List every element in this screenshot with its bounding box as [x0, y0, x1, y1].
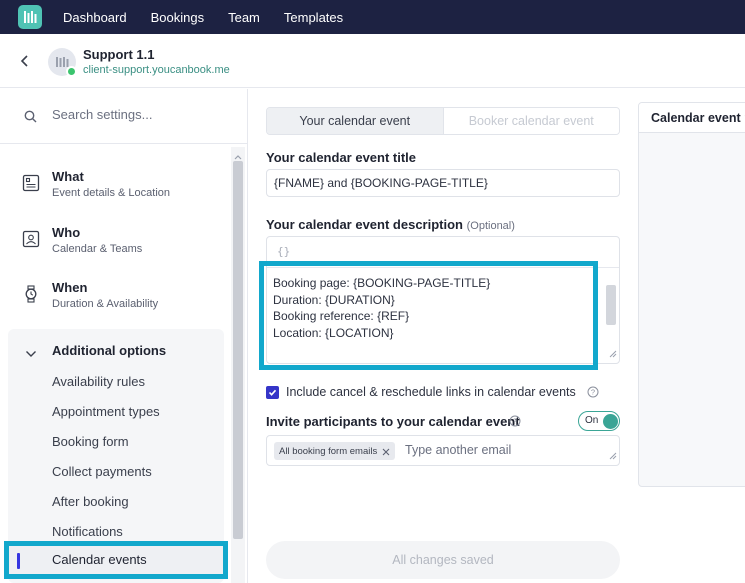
online-status-icon [66, 66, 77, 77]
event-description-textarea[interactable]: Booking page: {BOOKING-PAGE-TITLE} Durat… [273, 275, 605, 361]
insert-variable-icon[interactable]: {} [277, 245, 290, 258]
settings-search [0, 89, 247, 144]
nav-templates[interactable]: Templates [284, 10, 343, 25]
nav-bookings[interactable]: Bookings [151, 10, 204, 25]
sidebar-item-subtitle: Event details & Location [52, 187, 171, 199]
chip-label: All booking form emails [279, 445, 378, 457]
active-indicator [17, 553, 20, 569]
back-chevron-icon[interactable] [20, 54, 30, 71]
nav-dashboard[interactable]: Dashboard [63, 10, 127, 25]
sidebar-item-collect-payments[interactable]: Collect payments [52, 464, 152, 479]
sidebar-item-notifications[interactable]: Notifications [52, 524, 123, 539]
invite-emails-field[interactable]: All booking form emails [266, 435, 620, 466]
app-logo-icon[interactable] [18, 5, 42, 29]
search-input[interactable] [52, 107, 222, 122]
invite-participants-toggle[interactable]: On [578, 411, 620, 431]
sidebar-item-label: Calendar events [52, 552, 147, 567]
description-label-text: Your calendar event description [266, 217, 463, 232]
sidebar-item-when[interactable]: When Duration & Availability [0, 271, 228, 323]
sidebar-item-booking-form[interactable]: Booking form [52, 434, 129, 449]
toggle-knob [603, 414, 618, 429]
description-scrollbar[interactable] [606, 285, 616, 325]
include-links-label[interactable]: Include cancel & reschedule links in cal… [286, 385, 576, 399]
search-icon [24, 110, 37, 126]
include-links-checkbox[interactable] [266, 386, 279, 399]
chevron-down-icon[interactable] [25, 346, 37, 361]
calendar-event-form: Your calendar event Booker calendar even… [249, 89, 629, 583]
email-input[interactable] [405, 443, 595, 457]
document-icon [22, 174, 40, 195]
sidebar-item-title: What [52, 169, 84, 184]
sidebar-item-what[interactable]: What Event details & Location [0, 160, 228, 212]
preview-header: Calendar event p [639, 103, 745, 133]
sidebar-item-who[interactable]: Who Calendar & Teams [0, 216, 228, 268]
nav-team[interactable]: Team [228, 10, 260, 25]
page-title: Support 1.1 [83, 47, 155, 62]
page-url-link[interactable]: client-support.youcanbook.me [83, 64, 230, 76]
help-icon[interactable]: ? [509, 415, 521, 430]
person-card-icon [22, 230, 40, 251]
resize-handle-icon[interactable] [608, 346, 617, 361]
divider [267, 267, 619, 268]
email-chip: All booking form emails [274, 442, 396, 460]
invite-participants-label: Invite participants to your calendar eve… [266, 414, 520, 429]
top-nav: Dashboard Bookings Team Templates [0, 0, 745, 34]
preview-title: Calendar event p [651, 111, 745, 125]
toggle-state-label: On [585, 415, 599, 426]
event-title-input[interactable]: {FNAME} and {BOOKING-PAGE-TITLE} [266, 169, 620, 197]
tab-your-calendar-event[interactable]: Your calendar event [267, 108, 444, 134]
sidebar-item-subtitle: Duration & Availability [52, 298, 159, 310]
settings-sidebar: What Event details & Location Who Calend… [0, 89, 248, 583]
svg-text:?: ? [513, 417, 517, 426]
sidebar-scroll-thumb[interactable] [233, 161, 243, 539]
page-header: Support 1.1 client-support.youcanbook.me [0, 34, 745, 88]
optional-label: (Optional) [466, 220, 515, 232]
save-status-button[interactable]: All changes saved [266, 541, 620, 579]
watch-icon [22, 285, 40, 306]
sidebar-item-appointment-types[interactable]: Appointment types [52, 404, 160, 419]
sidebar-item-title: Who [52, 225, 81, 240]
sidebar-item-after-booking[interactable]: After booking [52, 494, 129, 509]
svg-text:?: ? [591, 388, 595, 397]
close-icon[interactable] [382, 444, 390, 459]
event-title-label: Your calendar event title [266, 150, 417, 165]
tab-booker-calendar-event[interactable]: Booker calendar event [443, 108, 619, 134]
resize-handle-icon[interactable] [608, 448, 617, 463]
help-icon[interactable]: ? [587, 386, 599, 401]
event-tabs: Your calendar event Booker calendar even… [266, 107, 620, 135]
additional-options-toggle[interactable]: Additional options [52, 343, 166, 358]
sidebar-item-subtitle: Calendar & Teams [52, 243, 143, 255]
calendar-event-preview: Calendar event p [638, 102, 745, 487]
event-description-field[interactable]: {} Booking page: {BOOKING-PAGE-TITLE} Du… [266, 236, 620, 364]
sidebar-item-calendar-events[interactable]: Calendar events [4, 541, 228, 579]
event-description-label: Your calendar event description (Optiona… [266, 217, 515, 232]
sidebar-item-availability-rules[interactable]: Availability rules [52, 374, 145, 389]
sidebar-item-title: When [52, 280, 88, 295]
